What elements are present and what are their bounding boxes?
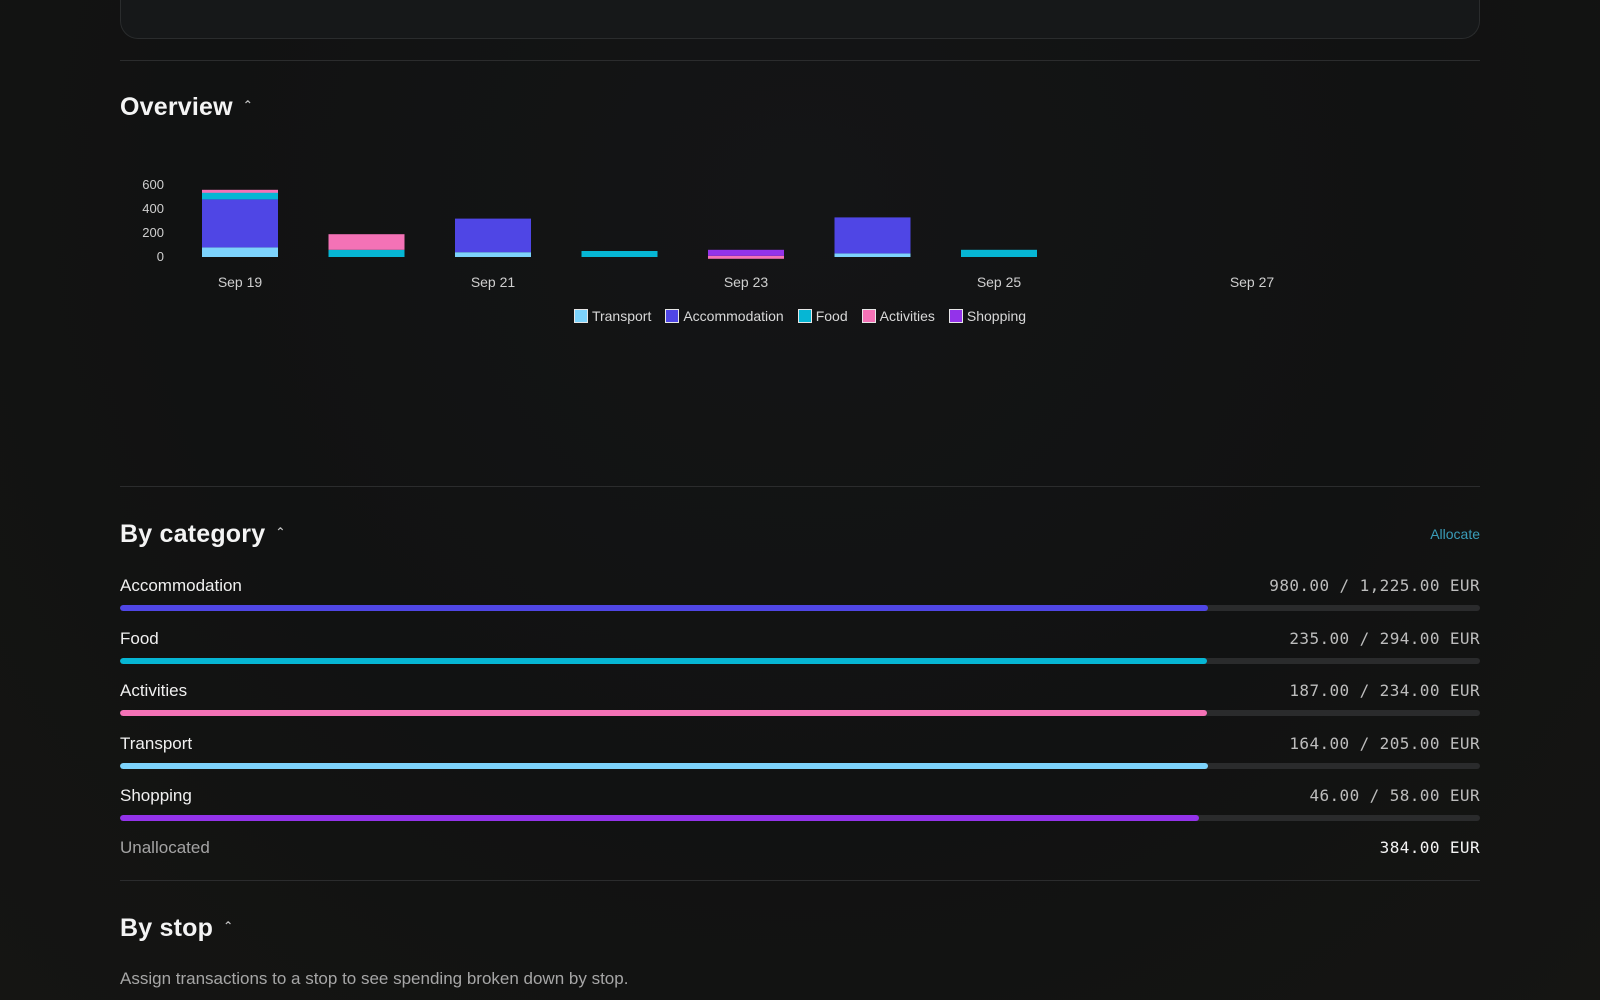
bar-segment-transport[interactable] [455, 252, 531, 257]
category-progress-track [120, 762, 1480, 769]
legend-label: Transport [591, 308, 652, 324]
legend-swatch [948, 309, 963, 323]
bar-segment-food[interactable] [328, 249, 405, 257]
unallocated-value: 384.00 EUR [1379, 838, 1480, 857]
unallocated-label: Unallocated [120, 838, 210, 857]
bar-segment-accommodation[interactable] [202, 199, 278, 248]
category-amount: 164.00 / 205.00 EUR [1289, 733, 1480, 753]
legend-swatch [861, 309, 876, 323]
y-tick-label: 200 [142, 225, 164, 240]
y-tick-label: 0 [157, 249, 164, 264]
divider [120, 486, 1480, 487]
legend-item-shopping[interactable]: Shopping [948, 308, 1027, 324]
chevron-up-icon[interactable]: ⌃ [223, 919, 233, 933]
category-progress-track [120, 815, 1480, 821]
x-tick-label: Sep 19 [218, 274, 263, 290]
category-label: Accommodation [120, 576, 242, 595]
category-progress-fill [120, 710, 1207, 716]
category-label: Transport [120, 733, 193, 753]
category-progress-fill [120, 605, 1208, 611]
by-category-header[interactable]: By category ⌃ [120, 520, 286, 549]
category-amount: 980.00 / 1,225.00 EUR [1269, 576, 1480, 595]
top-card [120, 0, 1480, 39]
bar-segment-activities[interactable] [708, 255, 784, 259]
divider [120, 880, 1480, 881]
bar-segment-transport[interactable] [834, 253, 911, 257]
category-amount: 235.00 / 294.00 EUR [1289, 628, 1480, 648]
bar-segment-accommodation[interactable] [834, 217, 911, 254]
legend-swatch [665, 309, 680, 323]
chart-legend: Transport Accommodation Food Activities Shop… [120, 308, 1480, 324]
bar-segment-transport[interactable] [202, 247, 278, 257]
category-progress-track [120, 710, 1480, 716]
overview-chart: 0 200 400 600 Sep 19 Sep 21 Sep 23 Sep 25 Sep 27 [142, 177, 1275, 290]
category-progress-fill [120, 762, 1208, 769]
category-amount: 187.00 / 234.00 EUR [1289, 681, 1480, 700]
by-stop-note: Assign transactions to a stop to see spe… [120, 969, 629, 988]
bar-segment-activities[interactable] [328, 234, 405, 250]
by-category-title: By category [120, 520, 266, 548]
legend-label: Activities [879, 308, 935, 324]
y-tick-label: 600 [142, 177, 164, 192]
x-tick-label: Sep 25 [977, 274, 1022, 290]
divider [120, 60, 1480, 61]
overview-title: Overview [120, 93, 233, 121]
bar-segment-food[interactable] [961, 249, 1037, 257]
chevron-up-icon[interactable]: ⌃ [243, 98, 253, 112]
legend-item-accommodation[interactable]: Accommodation [665, 308, 784, 324]
legend-label: Shopping [966, 308, 1027, 324]
bar-segment-food[interactable] [202, 192, 278, 200]
category-progress-fill [120, 657, 1208, 664]
legend-swatch [797, 309, 812, 323]
overview-header[interactable]: Overview ⌃ [120, 93, 253, 122]
category-progress-track [120, 605, 1480, 611]
category-label: Activities [120, 681, 188, 700]
legend-label: Accommodation [683, 308, 784, 324]
allocate-link[interactable]: Allocate [1430, 526, 1480, 542]
legend-item-transport[interactable]: Transport [573, 308, 652, 324]
category-progress-track [120, 657, 1480, 664]
category-amount: 46.00 / 58.00 EUR [1309, 786, 1480, 805]
bar-segment-activities[interactable] [202, 189, 278, 193]
category-label: Shopping [120, 786, 192, 805]
by-stop-header[interactable]: By stop ⌃ [120, 914, 233, 943]
legend-label: Food [815, 308, 848, 324]
legend-item-food[interactable]: Food [797, 308, 848, 324]
bar-segment-accommodation[interactable] [455, 218, 531, 253]
category-progress-fill [120, 815, 1199, 821]
by-stop-title: By stop [120, 914, 214, 942]
bar-segment-shopping[interactable] [708, 249, 784, 256]
x-tick-label: Sep 23 [724, 274, 769, 290]
legend-swatch [573, 309, 588, 323]
x-tick-label: Sep 21 [471, 274, 516, 290]
category-label: Food [120, 628, 159, 648]
y-tick-label: 400 [142, 201, 164, 216]
chevron-up-icon[interactable]: ⌃ [275, 525, 285, 539]
legend-item-activities[interactable]: Activities [861, 308, 935, 324]
bar-segment-food[interactable] [581, 251, 658, 257]
x-tick-label: Sep 27 [1230, 274, 1275, 290]
